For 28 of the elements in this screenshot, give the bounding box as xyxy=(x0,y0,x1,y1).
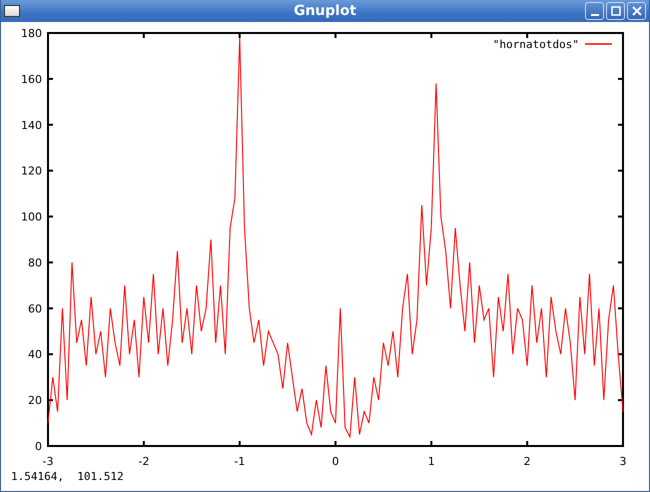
x-tick-label: -3 xyxy=(42,455,54,468)
y-tick-label: 140 xyxy=(21,118,42,132)
y-tick-label: 180 xyxy=(21,27,42,40)
y-tick-label: 160 xyxy=(21,72,42,86)
x-tick-label: -2 xyxy=(138,455,150,468)
y-tick-label: 60 xyxy=(28,302,42,316)
close-button[interactable] xyxy=(627,2,646,20)
x-tick-label: -1 xyxy=(234,455,246,468)
x-tick-label: 2 xyxy=(524,455,531,468)
y-tick-label: 120 xyxy=(21,164,42,178)
y-tick-label: 20 xyxy=(28,394,42,408)
minimize-icon xyxy=(590,14,598,16)
y-tick-label: 100 xyxy=(21,210,42,224)
y-tick-label: 80 xyxy=(28,256,42,270)
y-tick-label: 0 xyxy=(35,440,42,453)
maximize-button[interactable] xyxy=(606,2,625,20)
legend-label: "hornatotdos" xyxy=(492,38,579,51)
x-tick-label: 3 xyxy=(620,455,626,468)
status-text: 1.54164, 101.512 xyxy=(10,470,125,485)
window-icon[interactable] xyxy=(4,5,20,17)
window-title: Gnuplot xyxy=(294,3,356,19)
legend-line xyxy=(585,43,612,45)
x-tick-label: 1 xyxy=(428,455,435,468)
maximize-icon xyxy=(610,6,620,16)
x-tick-label: 0 xyxy=(332,455,339,468)
close-icon xyxy=(632,6,642,16)
minimize-button[interactable] xyxy=(585,2,604,20)
y-tick-label: 40 xyxy=(28,348,42,362)
